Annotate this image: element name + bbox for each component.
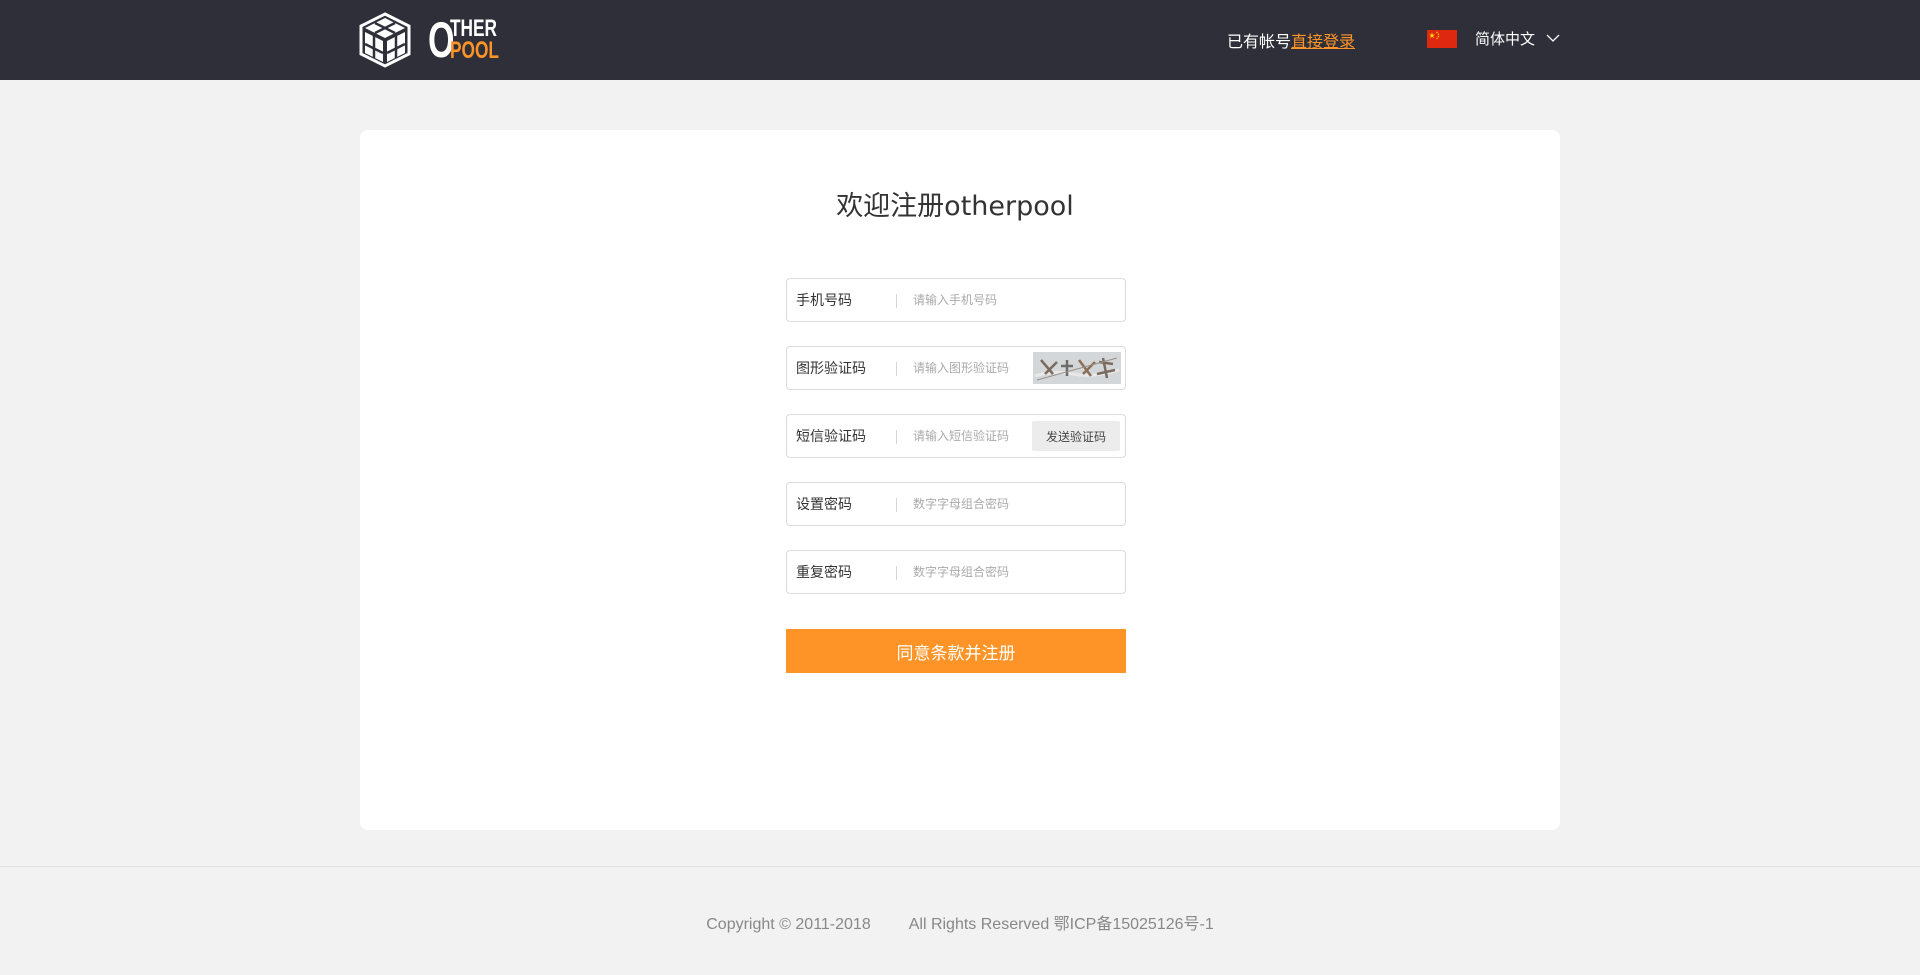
- sms-code-label: 短信验证码: [787, 415, 897, 457]
- phone-label: 手机号码: [787, 279, 897, 321]
- captcha-image[interactable]: [1033, 352, 1121, 384]
- password-label: 设置密码: [787, 483, 897, 525]
- footer-divider: [0, 866, 1920, 867]
- chevron-down-icon: [1546, 34, 1560, 42]
- direct-login-link[interactable]: 直接登录: [1291, 32, 1355, 51]
- repeat-password-label: 重复密码: [787, 551, 897, 593]
- language-label: 简体中文: [1475, 30, 1536, 48]
- page-title: 欢迎注册otherpool: [836, 191, 1074, 222]
- logo-wordmark: O THER POOL: [428, 15, 518, 65]
- sms-code-input[interactable]: [897, 415, 1032, 457]
- register-card: 欢迎注册otherpool 手机号码 图形验证码 短信验证码 发送验证码 设置密…: [360, 130, 1560, 830]
- password-field: 设置密码: [786, 482, 1126, 526]
- agree-and-register-button[interactable]: 同意条款并注册: [786, 629, 1126, 673]
- footer-rights: All Rights Reserved 鄂ICP备15025126号-1: [908, 916, 1214, 933]
- cube-logo-icon: [359, 12, 411, 68]
- password-input[interactable]: [897, 483, 1125, 525]
- repeat-password-field: 重复密码: [786, 550, 1126, 594]
- sms-code-field: 短信验证码 发送验证码: [786, 414, 1126, 458]
- login-prompt: 已有帐号直接登录: [1227, 28, 1355, 52]
- repeat-password-input[interactable]: [897, 551, 1125, 593]
- footer: Copyright © 2011-2018 All Rights Reserved…: [0, 910, 1920, 934]
- language-selector[interactable]: 简体中文: [1427, 28, 1560, 49]
- captcha-field: 图形验证码: [786, 346, 1126, 390]
- captcha-label: 图形验证码: [787, 347, 897, 389]
- top-header: O THER POOL 已有帐号直接登录 简体中文: [0, 0, 1920, 80]
- phone-field: 手机号码: [786, 278, 1126, 322]
- logo-letter-o: O: [428, 12, 454, 68]
- send-sms-code-button[interactable]: 发送验证码: [1032, 421, 1120, 451]
- otherpool-logo[interactable]: O THER POOL: [359, 11, 518, 69]
- phone-input[interactable]: [897, 279, 1125, 321]
- logo-pool: POOL: [450, 37, 499, 64]
- china-flag-icon: [1427, 29, 1457, 48]
- footer-copyright: Copyright © 2011-2018: [706, 916, 871, 933]
- captcha-input[interactable]: [897, 347, 1033, 389]
- login-prompt-text: 已有帐号: [1227, 32, 1292, 51]
